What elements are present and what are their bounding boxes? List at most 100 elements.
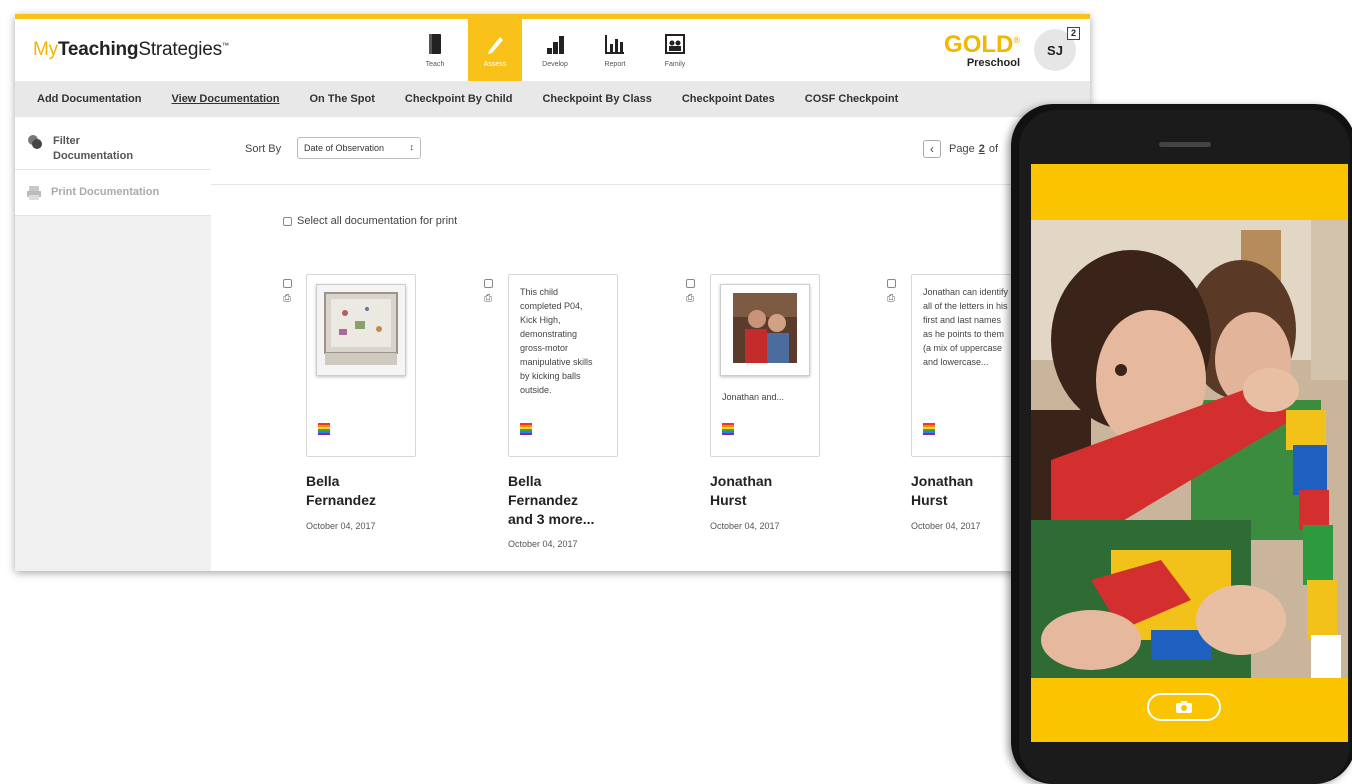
user-avatar[interactable]: SJ 2 [1034,27,1080,71]
observation-date: October 04, 2017 [911,521,981,531]
observation-date: October 04, 2017 [508,539,578,549]
user-initials: SJ [1047,42,1063,58]
pencil-icon [488,36,503,54]
sidebar-filter-documentation[interactable]: Filter Documentation [15,122,211,170]
child-name[interactable]: Jonathan Hurst [911,472,973,510]
child-name-line: Fernandez [508,492,579,508]
documentation-card[interactable] [306,274,416,457]
logo-my: My [33,39,58,60]
printer-icon [27,186,41,200]
gold-preschool-brand: GOLD® Preschool [944,28,1020,70]
sort-select-value: Date of Observation [304,143,385,153]
camera-icon [1176,701,1192,713]
child-name-line: Hurst [911,492,948,508]
nav-report-label: Report [604,60,626,68]
subnav-cosf-checkpoint[interactable]: COSF Checkpoint [805,93,899,105]
pager: ‹ Page 2 of [923,140,998,158]
sort-by-label: Sort By [245,143,282,155]
observation-note: This child completed P04, Kick High, dem… [520,287,593,395]
sidebar: Filter Documentation Print Documentation [15,122,211,571]
nav-teach[interactable]: Teach [408,19,462,81]
learning-domains-icon [318,423,330,435]
documentation-card[interactable]: Jonathan can identify all of the letters… [911,274,1021,457]
card-controls: ⎙ [684,279,696,304]
card-checkbox[interactable] [483,279,493,288]
documentation-card[interactable]: This child completed P04, Kick High, dem… [508,274,618,457]
brand-gold: GOLD [944,31,1014,58]
subnav-checkpoint-dates[interactable]: Checkpoint Dates [682,93,775,105]
capture-button[interactable] [1147,693,1221,721]
current-page[interactable]: 2 [979,143,985,155]
sort-select[interactable]: Date of Observation ↕ [297,137,421,159]
nav-assess[interactable]: Assess [468,19,522,81]
learning-domains-icon [722,423,734,435]
select-all-row: Select all documentation for print [283,215,457,227]
card-checkbox[interactable] [886,279,896,288]
nav-assess-label: Assess [483,60,507,68]
documentation-card[interactable]: Jonathan and... [710,274,820,457]
logo-teaching: Teaching [57,39,139,60]
chevron-left-icon: ‹ [930,142,934,156]
main-nav: Teach Assess Develop Report Family [408,19,708,81]
child-name-line: Jonathan [710,473,773,489]
top-bar: MyTeachingStrategies™ Teach Assess Devel… [15,19,1090,81]
card-controls: ⎙ [885,279,897,304]
sidebar-print-documentation[interactable]: Print Documentation [15,170,211,216]
child-name-line: and 3 more... [508,511,595,527]
logo[interactable]: MyTeachingStrategies™ [33,39,229,61]
family-icon [665,33,685,54]
book-icon [429,33,441,54]
nav-develop[interactable]: Develop [528,19,582,81]
phone-speaker [1159,142,1211,147]
child-name[interactable]: Jonathan Hurst [710,472,772,510]
nav-report[interactable]: Report [588,19,642,81]
notification-badge[interactable]: 2 [1067,27,1080,40]
sidebar-filter-label: Filter Documentation [53,135,134,162]
child-name-line: Fernandez [306,492,377,508]
bar-chart-icon [605,34,624,54]
select-all-label: Select all documentation for print [297,215,458,227]
nav-develop-label: Develop [542,60,568,68]
observation-date: October 04, 2017 [306,521,376,531]
card-controls: ⎙ [482,279,494,304]
child-name[interactable]: Bella Fernandez [306,472,376,510]
print-icon[interactable]: ⎙ [283,293,291,304]
card-controls: ⎙ [281,279,293,304]
subnav-on-the-spot[interactable]: On The Spot [309,93,374,105]
nav-teach-label: Teach [425,60,445,68]
select-arrows-icon: ↕ [409,142,415,152]
sub-nav: Add Documentation View Documentation On … [15,81,1090,117]
nav-family-label: Family [664,60,686,68]
child-name-line: Bella [306,473,340,489]
filter-icon [28,135,42,149]
subnav-checkpoint-by-class[interactable]: Checkpoint By Class [542,93,651,105]
artwork-thumbnail [316,284,406,376]
steps-icon [547,35,564,54]
print-icon[interactable]: ⎙ [484,293,492,304]
logo-tm: ™ [221,42,229,50]
logo-strategies: Strategies [138,39,222,60]
page-of-label: of [988,143,999,155]
prev-page-button[interactable]: ‹ [923,140,941,158]
learning-domains-icon [520,423,532,435]
print-icon[interactable]: ⎙ [686,293,694,304]
photo-caption: Jonathan and... [722,392,785,402]
subnav-checkpoint-by-child[interactable]: Checkpoint By Child [405,93,513,105]
child-name-line: Bella [508,473,542,489]
app-window: MyTeachingStrategies™ Teach Assess Devel… [15,14,1090,571]
sidebar-print-label: Print Documentation [51,186,160,198]
child-name-line: Hurst [710,492,747,508]
card-checkbox[interactable] [282,279,292,288]
subnav-view-documentation[interactable]: View Documentation [172,93,280,105]
card-checkbox[interactable] [685,279,695,288]
children-photo [721,285,809,375]
print-icon[interactable]: ⎙ [887,293,895,304]
subnav-add-documentation[interactable]: Add Documentation [37,93,142,105]
select-all-checkbox[interactable] [283,216,292,226]
learning-domains-icon [923,423,935,435]
child-name[interactable]: Bella Fernandez and 3 more... [508,472,594,529]
observation-date: October 04, 2017 [710,521,780,531]
nav-family[interactable]: Family [648,19,702,81]
child-name-line: Jonathan [911,473,974,489]
camera-preview-photo [1031,220,1348,678]
